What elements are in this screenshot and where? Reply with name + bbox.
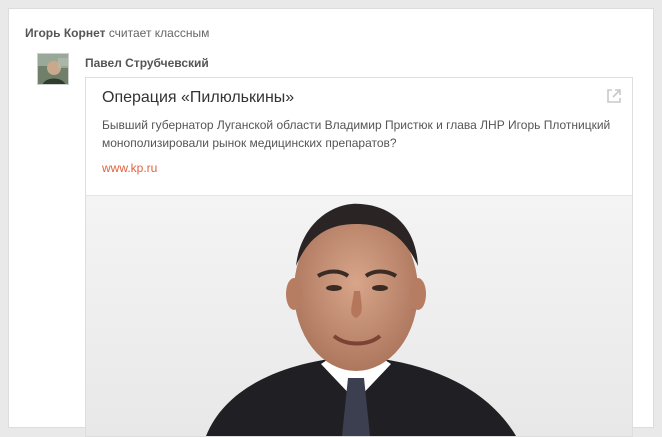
link-description: Бывший губернатор Луганской области Влад… bbox=[102, 118, 611, 150]
author-name[interactable]: Павел Струбчевский bbox=[85, 56, 209, 70]
avatar-image bbox=[38, 54, 68, 84]
link-photo[interactable] bbox=[86, 196, 632, 436]
feed-card: Игорь Корнет считает классным Павел Стру… bbox=[8, 8, 654, 437]
reaction-line: Игорь Корнет считает классным bbox=[25, 26, 209, 40]
person-photo-image bbox=[86, 196, 632, 436]
reactor-name[interactable]: Игорь Корнет bbox=[25, 26, 105, 40]
link-preview[interactable]: Операция «Пилюлькины» Бывший губернатор … bbox=[85, 77, 633, 437]
link-domain[interactable]: www.kp.ru bbox=[102, 161, 157, 175]
external-link-icon[interactable] bbox=[606, 88, 622, 104]
link-title[interactable]: Операция «Пилюлькины» bbox=[102, 89, 294, 107]
avatar[interactable] bbox=[37, 53, 69, 85]
reaction-text: считает классным bbox=[108, 26, 210, 40]
